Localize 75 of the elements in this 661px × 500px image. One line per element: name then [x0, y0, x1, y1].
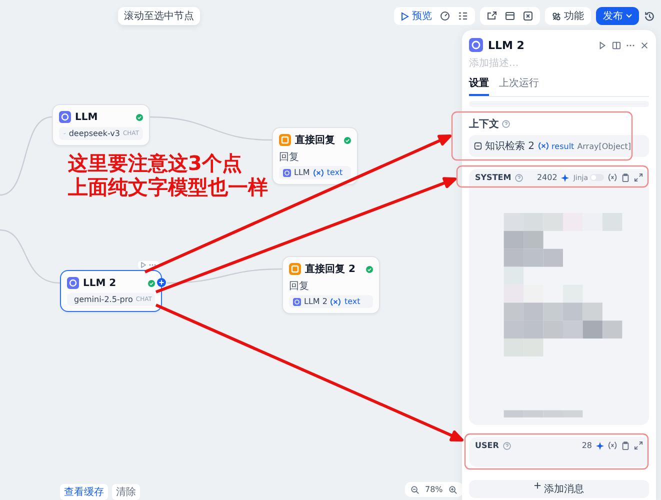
- variable-icon: [330, 298, 342, 306]
- token-count: 28: [582, 441, 592, 450]
- variable-box-icon[interactable]: [523, 11, 533, 21]
- features-icon: [552, 12, 561, 20]
- caret-icon: [626, 14, 632, 18]
- role-label: USER: [475, 441, 499, 450]
- tab[interactable]: 设置: [469, 76, 489, 96]
- connector-line: [0, 229, 60, 284]
- section-label: 上下文: [469, 118, 499, 131]
- clipboard-icon[interactable]: [621, 173, 630, 182]
- close-icon[interactable]: [640, 40, 649, 50]
- variable-reference: LLM text: [279, 166, 351, 179]
- tab[interactable]: 上次运行: [499, 76, 539, 96]
- sparkle-icon[interactable]: [596, 442, 604, 450]
- add-node-handle-icon[interactable]: [157, 278, 166, 287]
- workflow-node[interactable]: 直接回复 2 回复 LLM 2 text: [282, 256, 380, 314]
- publish-button[interactable]: 发布: [596, 7, 639, 25]
- zoom-level[interactable]: 78%: [425, 485, 443, 494]
- role-label: SYSTEM: [475, 173, 512, 182]
- field-label: 回复: [289, 280, 309, 293]
- variable-reference: LLM 2 text: [289, 295, 373, 308]
- variable-insert-icon[interactable]: [608, 441, 617, 450]
- play-icon[interactable]: [141, 262, 146, 268]
- success-icon: [148, 280, 155, 286]
- export-icon[interactable]: [487, 11, 497, 21]
- node-icon: [59, 111, 71, 123]
- clipboard-icon[interactable]: [621, 441, 630, 450]
- annotation-text: 上面纯文字模型也一样: [68, 176, 268, 198]
- plus-icon: [534, 482, 541, 489]
- zoom-in-icon[interactable]: [448, 486, 457, 494]
- clear-button[interactable]: 清除: [112, 484, 140, 500]
- token-count: 2402: [536, 173, 558, 182]
- split-view-icon[interactable]: [612, 40, 621, 50]
- preview-button[interactable]: 预览: [401, 9, 432, 23]
- more-icon[interactable]: [626, 44, 635, 46]
- run-icon[interactable]: [598, 40, 607, 50]
- prompt-editor[interactable]: USER 28: [469, 437, 649, 467]
- success-icon: [136, 114, 143, 120]
- help-icon: [515, 174, 524, 182]
- node-icon: [474, 142, 482, 150]
- field-label: 回复: [279, 151, 299, 164]
- sparkle-icon[interactable]: [561, 174, 570, 182]
- node-title: LLM 2: [83, 278, 118, 288]
- gauge-icon[interactable]: [440, 11, 450, 21]
- node-icon: [283, 168, 291, 176]
- node-icon: [67, 277, 79, 289]
- annotation-text: 这里要注意这3个点: [68, 152, 243, 174]
- zoom-out-icon[interactable]: [411, 486, 419, 494]
- success-icon: [366, 266, 373, 272]
- node-title: 直接回复 2: [305, 262, 356, 276]
- features-button[interactable]: 功能: [552, 9, 584, 23]
- checklist-icon[interactable]: [458, 11, 468, 21]
- view-cache-button[interactable]: 查看缓存: [60, 484, 108, 500]
- expand-icon[interactable]: [634, 173, 643, 182]
- workflow-node[interactable]: 直接回复 回复 LLM text: [272, 127, 358, 185]
- tooltip: 滚动至选中节点: [118, 7, 200, 25]
- node-icon: [289, 263, 301, 275]
- node-icon: [469, 38, 483, 52]
- help-icon: [502, 442, 511, 450]
- node-icon: [293, 298, 301, 306]
- variable-icon: [312, 168, 324, 176]
- history-icon[interactable]: [644, 10, 655, 22]
- node-title: 直接回复: [295, 134, 336, 147]
- window-icon[interactable]: [505, 11, 515, 21]
- node-title: LLM: [75, 112, 99, 122]
- play-icon: [401, 12, 409, 20]
- panel-title: LLM 2: [488, 38, 526, 52]
- context-variable-field[interactable]: 知识检索 2 result Array[Object]: [469, 135, 649, 157]
- expand-icon[interactable]: [634, 441, 643, 450]
- add-message-button[interactable]: 添加消息: [469, 480, 649, 498]
- help-icon: [502, 120, 510, 128]
- success-icon: [344, 136, 351, 144]
- node-icon: [279, 134, 291, 146]
- variable-icon: [538, 142, 549, 150]
- variable-insert-icon[interactable]: [608, 173, 617, 182]
